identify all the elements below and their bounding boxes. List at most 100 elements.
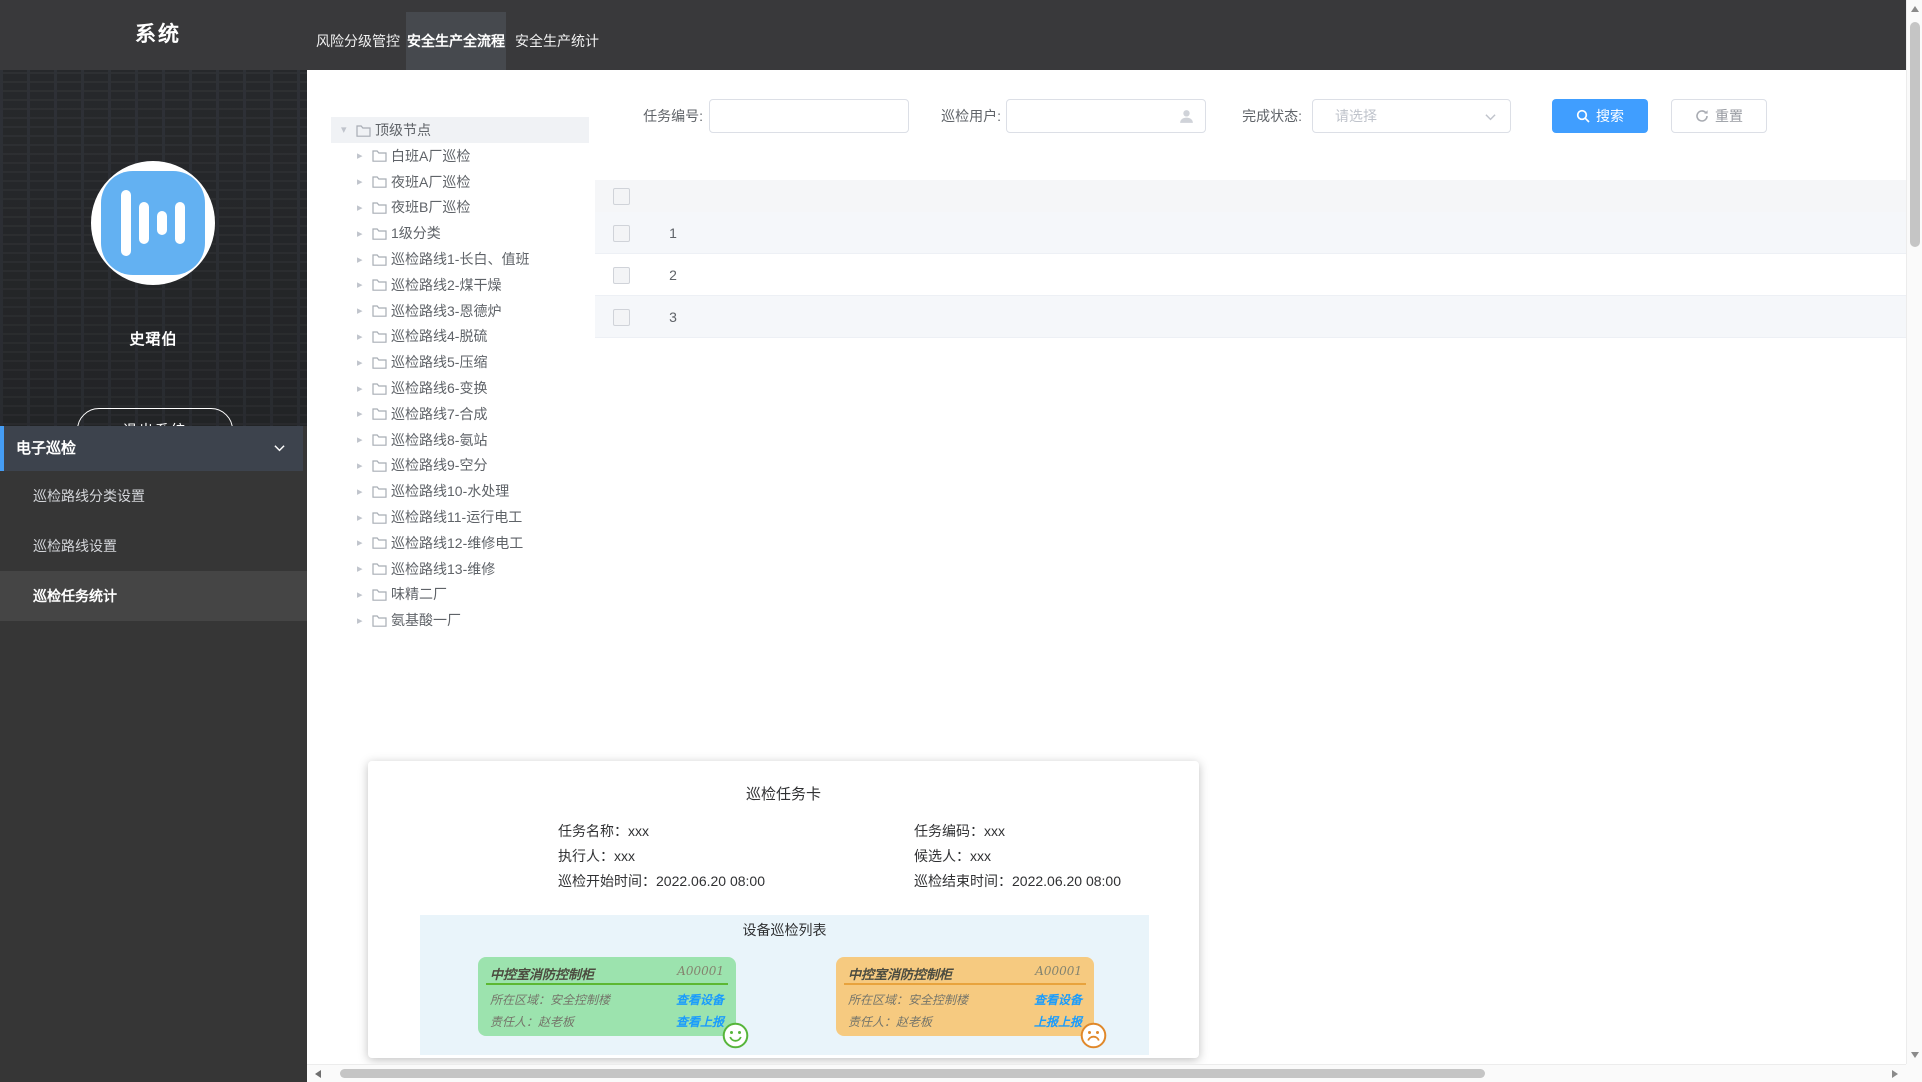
- horizontal-scrollbar[interactable]: [307, 1064, 1906, 1082]
- avatar[interactable]: [91, 161, 215, 285]
- inspect-user-input[interactable]: [1006, 99, 1206, 133]
- scroll-down-arrow-icon[interactable]: [1911, 1052, 1919, 1058]
- reset-button[interactable]: 重置: [1671, 99, 1767, 133]
- start-time-field: 巡检开始时间：2022.06.20 08:00: [558, 871, 765, 891]
- caret-right-icon[interactable]: [357, 149, 372, 162]
- caret-right-icon[interactable]: [357, 459, 372, 472]
- tree-item[interactable]: 夜班B厂巡检: [331, 195, 589, 221]
- scroll-up-arrow-icon[interactable]: [1911, 6, 1919, 12]
- folder-icon: [372, 459, 391, 472]
- caret-right-icon[interactable]: [357, 253, 372, 266]
- view-report-link[interactable]: 查看上报: [676, 1013, 724, 1030]
- device-section-title: 设备巡检列表: [742, 922, 827, 938]
- sidebar-item-task-statistics[interactable]: 巡检任务统计: [0, 571, 307, 621]
- tree-item[interactable]: 夜班A厂巡检: [331, 169, 589, 195]
- table-row[interactable]: 2: [595, 254, 1906, 296]
- tree-item-label: 巡检路线13-维修: [391, 560, 496, 577]
- folder-icon: [372, 588, 391, 601]
- caret-right-icon[interactable]: [357, 227, 372, 240]
- tree-item[interactable]: 巡检路线9-空分: [331, 453, 589, 479]
- tree-item[interactable]: 味精二厂: [331, 582, 589, 608]
- tree-item[interactable]: 巡检路线4-脱硫: [331, 324, 589, 350]
- device-card-completed: 中控室消防控制柜 A00001 所在区域：安全控制楼 查看设备 责任人：赵老板 …: [478, 957, 749, 1049]
- sidebar-item-electronic-inspection[interactable]: 电子巡检: [0, 426, 303, 471]
- caret-right-icon[interactable]: [357, 407, 372, 420]
- tree-item[interactable]: 巡检路线5-压缩: [331, 349, 589, 375]
- caret-right-icon[interactable]: [357, 201, 372, 214]
- caret-right-icon[interactable]: [357, 330, 372, 343]
- tree-item[interactable]: 巡检路线6-变换: [331, 375, 589, 401]
- tree-item[interactable]: 巡检路线11-运行电工: [331, 504, 589, 530]
- horizontal-scrollbar-thumb[interactable]: [340, 1069, 1485, 1078]
- tab-safety-production-stats[interactable]: 安全生产统计: [514, 12, 600, 70]
- caret-down-icon[interactable]: [341, 117, 356, 143]
- folder-icon: [372, 227, 391, 240]
- search-button-label: 搜索: [1596, 108, 1624, 124]
- row-checkbox[interactable]: [613, 225, 630, 242]
- sidebar-item-route-category-settings[interactable]: 巡检路线分类设置: [0, 471, 307, 521]
- status-select[interactable]: 请选择: [1312, 99, 1511, 133]
- caret-right-icon[interactable]: [357, 304, 372, 317]
- search-button[interactable]: 搜索: [1552, 99, 1648, 133]
- folder-icon: [372, 330, 391, 343]
- tree-item-label: 味精二厂: [391, 586, 447, 603]
- tree-item[interactable]: 巡检路线8-氨站: [331, 427, 589, 453]
- caret-right-icon[interactable]: [357, 356, 372, 369]
- table-row[interactable]: 1: [595, 212, 1906, 254]
- row-checkbox[interactable]: [613, 309, 630, 326]
- caret-right-icon[interactable]: [357, 485, 372, 498]
- tree-item[interactable]: 巡检路线12-维修电工: [331, 530, 589, 556]
- task-no-input[interactable]: [709, 99, 909, 133]
- scroll-right-arrow-icon[interactable]: [1892, 1070, 1898, 1078]
- table-row[interactable]: 3: [595, 296, 1906, 338]
- chevron-down-icon: [1485, 114, 1496, 121]
- folder-icon: [372, 511, 391, 524]
- sidebar-menu: 电子巡检 巡检路线分类设置 巡检路线设置 巡检任务统计: [0, 426, 307, 1082]
- row-index: 1: [669, 225, 677, 241]
- row-checkbox[interactable]: [613, 267, 630, 284]
- tree-item[interactable]: 1级分类: [331, 220, 589, 246]
- tab-safety-production-flow[interactable]: 安全生产全流程: [406, 12, 506, 70]
- select-all-checkbox[interactable]: [613, 188, 630, 205]
- device-owner: 责任人：赵老板: [490, 1015, 575, 1029]
- caret-right-icon[interactable]: [357, 382, 372, 395]
- sidebar-submenu: 巡检路线分类设置 巡检路线设置 巡检任务统计: [0, 471, 307, 621]
- tab-risk-control[interactable]: 风险分级管控: [310, 12, 406, 70]
- tree-item-label: 巡检路线10-水处理: [391, 483, 510, 500]
- caret-right-icon[interactable]: [357, 433, 372, 446]
- caret-right-icon[interactable]: [357, 511, 372, 524]
- tree-item-label: 巡检路线7-合成: [391, 405, 488, 422]
- folder-icon: [372, 433, 391, 446]
- user-icon: [1180, 110, 1193, 123]
- report-link[interactable]: 上报上报: [1034, 1013, 1082, 1030]
- caret-right-icon[interactable]: [357, 175, 372, 188]
- folder-icon: [372, 201, 391, 214]
- caret-right-icon[interactable]: [357, 562, 372, 575]
- tree-item[interactable]: 巡检路线3-恩德炉: [331, 298, 589, 324]
- task-name-label: 任务名称：: [558, 823, 628, 839]
- caret-right-icon[interactable]: [357, 278, 372, 291]
- caret-right-icon[interactable]: [357, 536, 372, 549]
- tree-item[interactable]: 巡检路线1-长白、值班: [331, 246, 589, 272]
- tree-item[interactable]: 巡检路线13-维修: [331, 556, 589, 582]
- tree-item-label: 1级分类: [391, 225, 441, 242]
- tree-item-label: 巡检路线9-空分: [391, 457, 488, 474]
- caret-right-icon[interactable]: [357, 614, 372, 627]
- scroll-left-arrow-icon[interactable]: [315, 1070, 321, 1078]
- vertical-scrollbar-thumb[interactable]: [1910, 22, 1920, 247]
- tree-item[interactable]: 白班A厂巡检: [331, 143, 589, 169]
- sidebar-item-route-settings[interactable]: 巡检路线设置: [0, 521, 307, 571]
- folder-icon: [372, 304, 391, 317]
- tree-item[interactable]: 巡检路线10-水处理: [331, 478, 589, 504]
- vertical-scrollbar[interactable]: [1906, 0, 1922, 1082]
- view-device-link[interactable]: 查看设备: [1034, 991, 1082, 1008]
- tree-root-node[interactable]: 顶级节点: [331, 117, 589, 143]
- folder-icon: [372, 253, 391, 266]
- tree-item[interactable]: 巡检路线7-合成: [331, 401, 589, 427]
- view-device-link[interactable]: 查看设备: [676, 991, 724, 1008]
- caret-right-icon[interactable]: [357, 588, 372, 601]
- tree-item[interactable]: 氨基酸一厂: [331, 607, 589, 633]
- tree-item[interactable]: 巡检路线2-煤干燥: [331, 272, 589, 298]
- device-area: 所在区域：安全控制楼: [490, 993, 611, 1007]
- folder-icon: [372, 614, 391, 627]
